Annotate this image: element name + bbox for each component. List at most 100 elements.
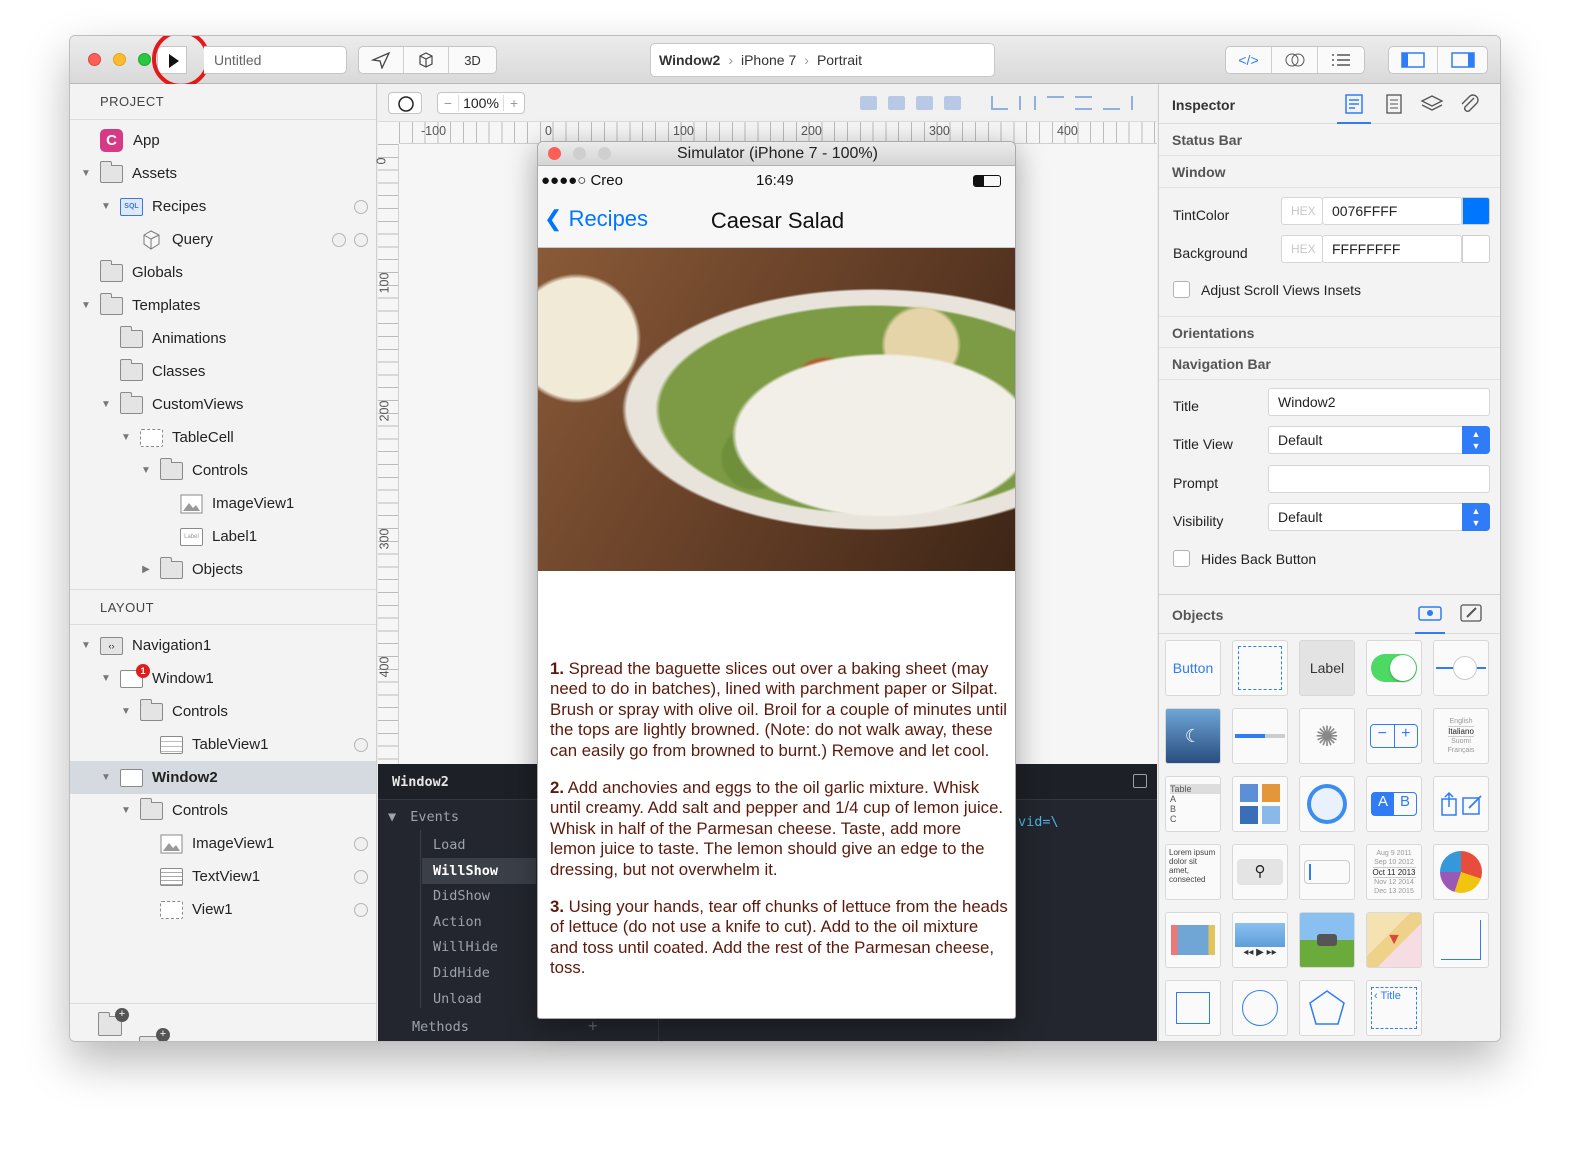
disclosure-triangle-icon[interactable]: ▼: [80, 300, 92, 311]
breadcrumb-window[interactable]: Window2: [659, 52, 720, 68]
object-stepper[interactable]: − +: [1366, 708, 1422, 764]
events-section-header[interactable]: ▼ Events: [388, 809, 459, 825]
disclosure-triangle-icon[interactable]: ▼: [100, 399, 112, 410]
list-view-button[interactable]: [1318, 47, 1364, 73]
disclosure-triangle-icon[interactable]: ▼: [120, 706, 132, 717]
object-layout-guide[interactable]: [1433, 912, 1489, 968]
shape-tool-button[interactable]: [388, 92, 422, 114]
document-title-field[interactable]: Untitled: [204, 46, 347, 74]
tree-item-textview1[interactable]: TextView1: [70, 860, 376, 893]
tree-item-imageview[interactable]: ImageView1: [70, 487, 376, 520]
object-navigation-bar[interactable]: ‹ Title: [1366, 980, 1422, 1036]
distribute-tool-icon[interactable]: [1131, 96, 1148, 110]
tree-item-classes[interactable]: Classes: [70, 355, 376, 388]
object-oval[interactable]: [1232, 980, 1288, 1036]
tree-item-navigation1[interactable]: ▼ ‹› Navigation1: [70, 629, 376, 662]
hides-back-button-checkbox[interactable]: [1173, 550, 1190, 567]
simulator-zoom-button[interactable]: [598, 147, 611, 160]
window-section[interactable]: Window: [1159, 156, 1500, 188]
object-collectionview[interactable]: [1232, 776, 1288, 832]
package-button[interactable]: [404, 47, 449, 73]
event-item-willshow[interactable]: WillShow: [433, 863, 498, 879]
tree-item-window2-selected[interactable]: ▼ Window2: [70, 761, 376, 794]
object-tableview[interactable]: Table A B C: [1165, 776, 1221, 832]
breadcrumb-orientation[interactable]: Portrait: [817, 52, 862, 68]
object-switch[interactable]: [1366, 640, 1422, 696]
tree-item-window1[interactable]: ▼ 1 Window1: [70, 662, 376, 695]
distribute-tool-icon[interactable]: [1075, 96, 1092, 110]
event-item-action[interactable]: Action: [433, 914, 482, 930]
object-textview[interactable]: Lorem ipsum dolor sit amet, consected: [1165, 844, 1221, 900]
tree-item-objects[interactable]: ▶ Objects: [70, 553, 376, 586]
tree-item-recipes[interactable]: ▼ SQL Recipes: [70, 190, 376, 223]
attachments-tab[interactable]: [1453, 92, 1487, 116]
attributes-tab[interactable]: [1337, 92, 1371, 124]
tree-item-controls[interactable]: ▼ Controls: [70, 794, 376, 827]
methods-section-header[interactable]: Methods: [412, 1019, 469, 1035]
send-button[interactable]: [359, 47, 404, 73]
snippets-tab[interactable]: [1457, 602, 1487, 624]
object-polygon[interactable]: [1299, 980, 1355, 1036]
disclosure-triangle-icon[interactable]: ▼: [100, 201, 112, 212]
object-textfield[interactable]: [1299, 844, 1355, 900]
align-tool-icon[interactable]: [860, 96, 877, 110]
align-tool-icon[interactable]: [888, 96, 905, 110]
toggle-right-panel-button[interactable]: [1438, 47, 1487, 73]
object-image-carousel[interactable]: [1165, 912, 1221, 968]
object-activity-indicator[interactable]: ✺: [1299, 708, 1355, 764]
tint-color-swatch[interactable]: [1462, 197, 1490, 225]
disclosure-triangle-icon[interactable]: ▼: [120, 432, 132, 443]
distribute-tool-icon[interactable]: [1103, 96, 1120, 110]
tree-item-tablecell[interactable]: ▼ TableCell: [70, 421, 376, 454]
simulator-minimize-button[interactable]: [573, 147, 586, 160]
zoom-window-button[interactable]: [138, 53, 151, 66]
add-folder-button[interactable]: +: [98, 1008, 129, 1036]
pop-out-icon[interactable]: [1133, 774, 1147, 788]
object-imageview[interactable]: ☾: [1165, 708, 1221, 764]
breadcrumb-device[interactable]: iPhone 7: [741, 52, 796, 68]
tree-item-customviews[interactable]: ▼ CustomViews: [70, 388, 376, 421]
event-item-didshow[interactable]: DidShow: [433, 888, 490, 904]
add-navigation-button[interactable]: ‹›+: [139, 1028, 170, 1041]
document-tab[interactable]: [1377, 92, 1411, 116]
3d-view-button[interactable]: 3D: [449, 47, 496, 73]
zoom-value[interactable]: 100%: [458, 95, 504, 111]
code-view-button[interactable]: </>: [1226, 47, 1272, 73]
zoom-out-button[interactable]: −: [438, 95, 458, 111]
visibility-select[interactable]: Default ▲ ▼: [1268, 503, 1490, 531]
disclosure-triangle-icon[interactable]: ▼: [80, 168, 92, 179]
background-color-swatch[interactable]: [1462, 235, 1490, 263]
event-item-didhide[interactable]: DidHide: [433, 965, 490, 981]
object-segmented-control[interactable]: AB: [1366, 776, 1422, 832]
distribute-tool-icon[interactable]: [1019, 96, 1036, 110]
object-map-photo[interactable]: [1299, 912, 1355, 968]
object-view[interactable]: [1232, 640, 1288, 696]
zoom-in-button[interactable]: +: [504, 95, 524, 111]
object-label[interactable]: Label: [1299, 640, 1355, 696]
objects-library-tab[interactable]: [1415, 602, 1445, 634]
object-chart[interactable]: [1433, 844, 1489, 900]
tree-item-tableview1[interactable]: TableView1: [70, 728, 376, 761]
tree-item-label1[interactable]: Label Label1: [70, 520, 376, 553]
prompt-field[interactable]: [1268, 465, 1490, 493]
tree-item-controls[interactable]: ▼ Controls: [70, 695, 376, 728]
simulator-close-button[interactable]: [548, 147, 561, 160]
background-color-field[interactable]: FFFFFFFF: [1322, 235, 1462, 263]
tree-item-animations[interactable]: Animations: [70, 322, 376, 355]
tree-item-query[interactable]: Query: [70, 223, 376, 256]
preview-toggle-button[interactable]: [1272, 47, 1318, 73]
close-window-button[interactable]: [88, 53, 101, 66]
layers-tab[interactable]: [1415, 92, 1449, 116]
object-slider[interactable]: [1433, 640, 1489, 696]
minimize-window-button[interactable]: [113, 53, 126, 66]
toggle-left-panel-button[interactable]: [1389, 47, 1439, 73]
event-item-unload[interactable]: Unload: [433, 991, 482, 1007]
disclosure-triangle-icon[interactable]: ▼: [100, 772, 112, 783]
disclosure-triangle-icon[interactable]: ▼: [80, 640, 92, 651]
align-tool-icon[interactable]: [944, 96, 961, 110]
tree-item-imageview1[interactable]: ImageView1: [70, 827, 376, 860]
object-button[interactable]: Button: [1165, 640, 1221, 696]
tree-item-controls[interactable]: ▼ Controls: [70, 454, 376, 487]
event-item-load[interactable]: Load: [433, 837, 466, 853]
distribute-tool-icon[interactable]: [991, 96, 1008, 110]
